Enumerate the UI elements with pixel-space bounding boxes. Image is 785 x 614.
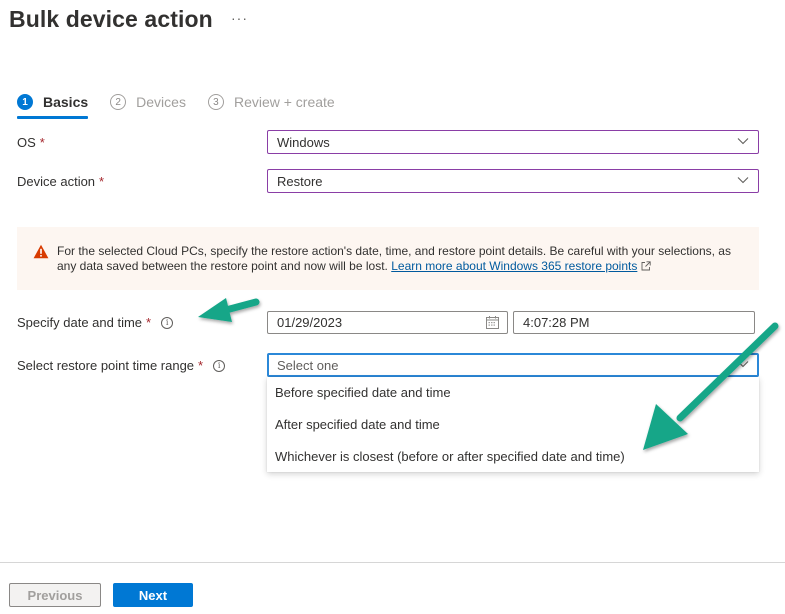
footer-divider — [0, 562, 785, 563]
chevron-down-icon — [737, 177, 749, 184]
os-select[interactable]: Windows — [267, 130, 759, 154]
wizard-steps: 1 Basics 2 Devices 3 Review + create — [17, 91, 357, 119]
time-range-placeholder: Select one — [277, 357, 339, 373]
step-label: Devices — [136, 94, 186, 110]
dropdown-option-closest[interactable]: Whichever is closest (before or after sp… — [267, 440, 759, 472]
time-range-dropdown: Before specified date and time After spe… — [267, 377, 759, 472]
os-label: OS * — [17, 135, 45, 150]
warning-banner: For the selected Cloud PCs, specify the … — [17, 227, 759, 290]
device-action-label: Device action * — [17, 174, 104, 189]
date-input-value: 01/29/2023 — [277, 315, 343, 330]
more-options-button[interactable]: ··· — [231, 10, 248, 26]
device-action-select[interactable]: Restore — [267, 169, 759, 193]
required-mark: * — [99, 174, 105, 189]
step-number: 1 — [17, 94, 33, 110]
step-review-create[interactable]: 3 Review + create — [207, 91, 335, 113]
os-label-text: OS — [17, 135, 36, 150]
page-title: Bulk device action — [9, 6, 213, 32]
dropdown-option-before[interactable]: Before specified date and time — [267, 377, 759, 408]
step-number: 2 — [110, 94, 127, 110]
date-time-label-text: Specify date and time — [17, 315, 143, 330]
learn-more-link[interactable]: Learn more about Windows 365 restore poi… — [391, 259, 637, 273]
time-input[interactable]: 4:07:28 PM — [513, 311, 755, 334]
step-basics[interactable]: 1 Basics — [17, 91, 89, 119]
chevron-down-icon — [737, 361, 749, 368]
time-input-value: 4:07:28 PM — [523, 315, 590, 330]
next-button[interactable]: Next — [113, 583, 193, 607]
step-label: Review + create — [233, 94, 335, 110]
required-mark: * — [39, 135, 45, 150]
dropdown-option-after[interactable]: After specified date and time — [267, 408, 759, 440]
info-icon[interactable]: i — [213, 359, 226, 372]
chevron-down-icon — [737, 138, 749, 145]
step-number: 3 — [207, 94, 224, 110]
step-label: Basics — [43, 94, 89, 110]
step-devices[interactable]: 2 Devices — [110, 91, 186, 113]
os-select-value: Windows — [277, 134, 330, 150]
warning-icon — [33, 244, 49, 259]
annotation-arrow-icon — [198, 298, 260, 322]
required-mark: * — [146, 315, 152, 330]
external-link-icon — [641, 261, 652, 271]
previous-button[interactable]: Previous — [9, 583, 101, 607]
device-action-label-text: Device action — [17, 174, 96, 189]
calendar-icon[interactable] — [486, 316, 499, 329]
info-icon[interactable]: i — [161, 316, 174, 329]
required-mark: * — [198, 358, 204, 373]
device-action-select-value: Restore — [277, 173, 323, 189]
time-range-label: Select restore point time range * i — [17, 358, 226, 373]
time-range-select[interactable]: Select one — [267, 353, 759, 377]
date-input[interactable]: 01/29/2023 — [267, 311, 508, 334]
time-range-label-text: Select restore point time range — [17, 358, 195, 373]
date-time-label: Specify date and time * i — [17, 315, 174, 330]
